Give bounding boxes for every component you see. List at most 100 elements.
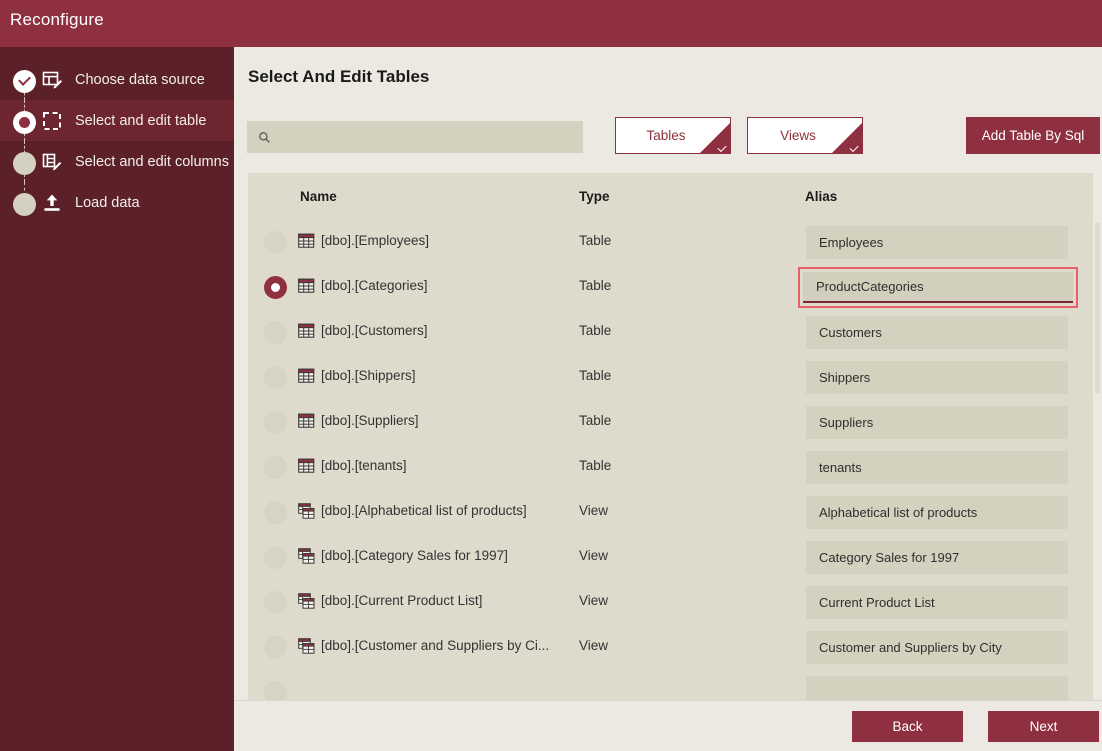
step-status-bullet-done: [13, 70, 36, 93]
row-name: [dbo].[Customers]: [321, 323, 428, 338]
next-button[interactable]: Next: [988, 711, 1099, 742]
alias-input[interactable]: [806, 316, 1068, 349]
row-name: [dbo].[Employees]: [321, 233, 430, 248]
reconfigure-wizard: Reconfigure Choose data source Select and…: [0, 0, 1102, 751]
table-edit-icon: [41, 69, 63, 91]
table-row[interactable]: [dbo].[Alphabetical list of products] Vie…: [248, 490, 1102, 535]
main-panel: Select And Edit Tables Tables Views Add …: [234, 47, 1102, 751]
row-select-radio[interactable]: [264, 546, 287, 569]
view-icon: [298, 683, 315, 700]
sidebar-step-3[interactable]: Load data: [0, 182, 234, 223]
table-row[interactable]: [dbo].[tenants] Table: [248, 445, 1102, 490]
alias-input[interactable]: [806, 226, 1068, 259]
filter-button-views[interactable]: Views: [747, 117, 863, 154]
table-row[interactable]: [dbo].[Shippers] Table: [248, 355, 1102, 400]
table-icon: [298, 413, 315, 430]
grid-scrollbar-thumb[interactable]: [1095, 223, 1100, 393]
row-name: [dbo].[tenants]: [321, 458, 407, 473]
alias-cell[interactable]: [806, 541, 1068, 574]
row-type: View: [579, 638, 609, 653]
sidebar-step-label: Select and edit columns: [75, 153, 229, 170]
table-row[interactable]: [dbo].[Customer and Suppliers by Ci... Vi…: [248, 625, 1102, 670]
row-select-radio[interactable]: [264, 636, 287, 659]
table-row[interactable]: [dbo].[Customers] Table: [248, 310, 1102, 355]
alias-input[interactable]: [803, 272, 1073, 303]
row-name: [dbo].[Shippers]: [321, 368, 416, 383]
row-type: Table: [579, 233, 612, 248]
alias-input[interactable]: [806, 541, 1068, 574]
row-select-radio[interactable]: [264, 276, 287, 299]
sidebar-step-0[interactable]: Choose data source: [0, 59, 234, 100]
row-select-radio[interactable]: [264, 411, 287, 434]
row-type: Table: [579, 278, 612, 293]
row-type: View: [579, 593, 609, 608]
alias-input[interactable]: [806, 361, 1068, 394]
alias-cell[interactable]: [806, 451, 1068, 484]
table-icon: [298, 233, 315, 250]
step-status-bullet-pending: [13, 193, 36, 216]
sidebar-step-label: Choose data source: [75, 71, 205, 88]
sidebar-step-label: Load data: [75, 194, 140, 211]
alias-input[interactable]: [806, 631, 1068, 664]
row-select-radio[interactable]: [264, 366, 287, 389]
alias-input[interactable]: [806, 586, 1068, 619]
table-row[interactable]: [dbo].[Categories] Table: [248, 265, 1102, 310]
grid-body: [dbo].[Employees]Table[dbo].[Categories]…: [248, 220, 1102, 744]
table-icon: [298, 323, 315, 340]
row-select-radio[interactable]: [264, 321, 287, 344]
add-table-by-sql-button[interactable]: Add Table By Sql: [966, 117, 1100, 154]
filter-button-tables[interactable]: Tables: [615, 117, 731, 154]
sidebar-step-1[interactable]: Select and edit table: [0, 100, 234, 141]
alias-input[interactable]: [806, 496, 1068, 529]
table-icon: [298, 278, 315, 295]
row-name: [dbo].[Suppliers]: [321, 413, 419, 428]
column-header-type: Type: [579, 189, 610, 204]
view-icon: [298, 593, 315, 610]
row-select-radio[interactable]: [264, 591, 287, 614]
row-select-radio[interactable]: [264, 231, 287, 254]
search-input[interactable]: [271, 129, 583, 145]
alias-input[interactable]: [806, 406, 1068, 439]
filter-button-tables-label: Tables: [646, 128, 686, 143]
row-select-radio[interactable]: [264, 501, 287, 524]
alias-cell[interactable]: [806, 226, 1068, 259]
alias-cell[interactable]: [806, 406, 1068, 439]
table-icon: [298, 458, 315, 475]
row-type: View: [579, 548, 609, 563]
alias-cell[interactable]: [806, 586, 1068, 619]
alias-cell[interactable]: [806, 631, 1068, 664]
view-icon: [298, 638, 315, 655]
sidebar-step-label: Select and edit table: [75, 112, 207, 129]
alias-cell[interactable]: [798, 267, 1078, 308]
table-row[interactable]: [dbo].[Category Sales for 1997] View: [248, 535, 1102, 580]
column-header-alias: Alias: [805, 189, 838, 204]
check-corner-icon: [832, 123, 862, 153]
search-box[interactable]: [247, 121, 583, 153]
sidebar-step-2[interactable]: Select and edit columns: [0, 141, 234, 182]
dashed-square-icon: [41, 110, 63, 132]
row-name: [dbo].[Customer and Suppliers by Ci...: [321, 638, 550, 653]
table-row[interactable]: [dbo].[Suppliers] Table: [248, 400, 1102, 445]
wizard-footer: Back Next: [234, 700, 1102, 751]
row-type: Table: [579, 323, 612, 338]
table-row[interactable]: [dbo].[Employees] Table: [248, 220, 1102, 265]
row-type: Table: [579, 413, 612, 428]
alias-cell[interactable]: [806, 316, 1068, 349]
row-name: [dbo].[Category Sales for 1997]: [321, 548, 508, 563]
row-name: [dbo].[Current Product List]: [321, 593, 483, 608]
alias-cell[interactable]: [806, 361, 1068, 394]
upload-icon: [41, 192, 63, 214]
row-select-radio[interactable]: [264, 456, 287, 479]
back-button[interactable]: Back: [852, 711, 963, 742]
alias-input[interactable]: [806, 451, 1068, 484]
table-icon: [298, 368, 315, 385]
tables-grid: Name Type Alias [dbo].[Employees]Table[d…: [248, 173, 1102, 744]
alias-cell[interactable]: [806, 496, 1068, 529]
title-bar: Reconfigure: [0, 0, 1102, 47]
grid-header-row: Name Type Alias: [248, 173, 1102, 220]
row-type: View: [579, 503, 609, 518]
grid-scrollbar-track[interactable]: [1093, 173, 1102, 744]
window-title: Reconfigure: [10, 10, 104, 29]
table-row[interactable]: [dbo].[Current Product List] View: [248, 580, 1102, 625]
wizard-steps-sidebar: Choose data source Select and edit table S…: [0, 47, 234, 751]
